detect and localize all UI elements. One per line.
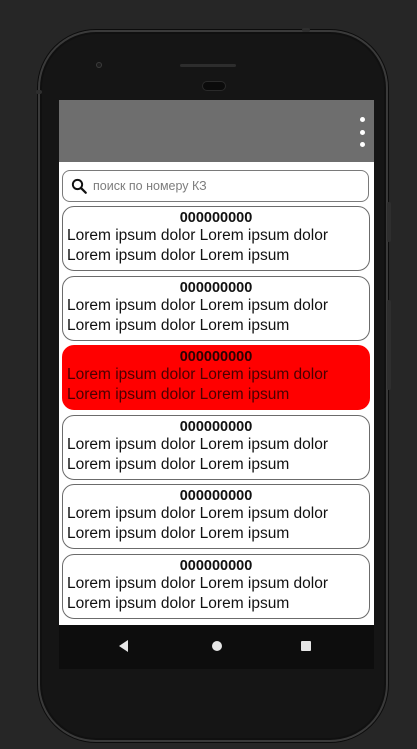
list-item[interactable]: 000000000 Lorem ipsum dolor Lorem ipsum d…: [62, 345, 370, 410]
item-number: 000000000: [179, 418, 253, 435]
recents-icon[interactable]: [301, 641, 311, 651]
search-input[interactable]: [93, 179, 343, 193]
item-number: 000000000: [179, 349, 253, 365]
app-bar: [59, 100, 374, 162]
app-screen: 000000000Lorem ipsum dolor Lorem ipsum d…: [59, 100, 374, 625]
top-speaker-grille: [180, 64, 236, 67]
phone-top-button: [302, 28, 310, 32]
result-list: 000000000 Lorem ipsum dolor Lorem ipsum d…: [62, 206, 371, 623]
device-frame: 000000000Lorem ipsum dolor Lorem ipsum d…: [0, 0, 417, 749]
menu-dot: [359, 142, 365, 147]
volume-button: [387, 300, 391, 390]
item-description: Lorem ipsum dolor Lorem ipsum dolor Lore…: [67, 574, 329, 612]
menu-dot: [359, 129, 365, 135]
system-nav-bar: [59, 625, 374, 669]
item-description: Lorem ipsum dolor Lorem ipsum dolor Lore…: [67, 227, 329, 264]
earpiece-speaker: [203, 82, 225, 90]
item-number: 000000000: [179, 210, 253, 226]
item-number: 000000000: [179, 557, 253, 574]
menu-dot: [359, 117, 365, 122]
list-item[interactable]: 000000000 Lorem ipsum dolor Lorem ipsum d…: [62, 275, 370, 341]
search-icon: [71, 178, 87, 194]
phone-side-button: [36, 90, 42, 94]
power-button: [387, 202, 391, 242]
item-description: Lorem ipsum dolor Lorem ipsum dolor Lore…: [67, 296, 329, 334]
search-bar: [62, 170, 369, 202]
item-number: 000000000: [179, 279, 253, 296]
list-item[interactable]: 000000000 Lorem ipsum dolor Lorem ipsum d…: [62, 414, 370, 480]
list-item[interactable]: 000000000 Lorem ipsum dolor Lorem ipsum d…: [62, 206, 370, 271]
list-item[interactable]: 000000000 Lorem ipsum dolor Lorem ipsum d…: [62, 553, 370, 619]
item-description: Lorem ipsum dolor Lorem ipsum dolor Lore…: [67, 505, 329, 542]
home-icon[interactable]: [212, 641, 222, 651]
more-vert-icon[interactable]: [358, 117, 366, 147]
item-description: Lorem ipsum dolor Lorem ipsum dolor Lore…: [67, 435, 329, 473]
list-item[interactable]: 000000000 Lorem ipsum dolor Lorem ipsum d…: [62, 484, 370, 549]
back-icon[interactable]: [119, 640, 128, 652]
item-number: 000000000: [179, 488, 253, 504]
front-camera: [96, 62, 102, 68]
item-description: Lorem ipsum dolor Lorem ipsum dolor Lore…: [67, 366, 329, 403]
